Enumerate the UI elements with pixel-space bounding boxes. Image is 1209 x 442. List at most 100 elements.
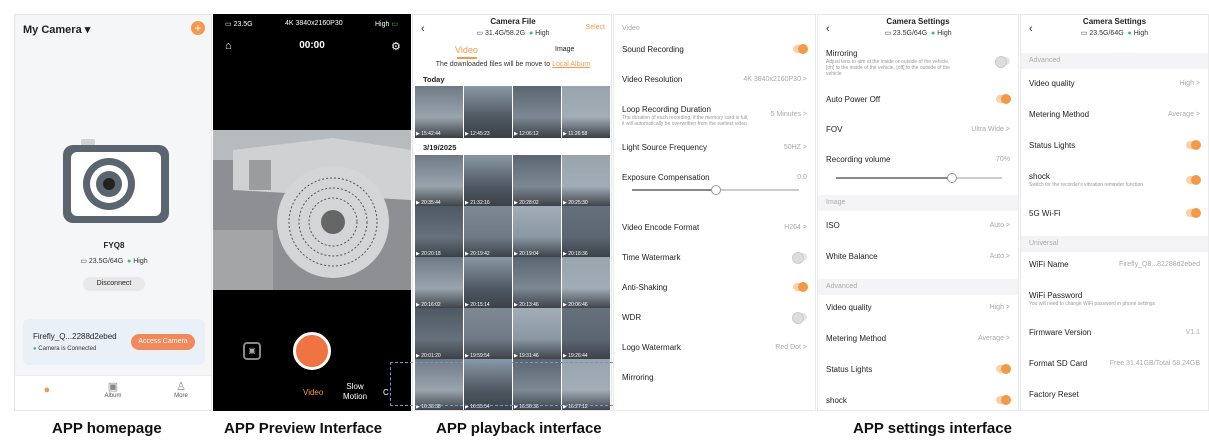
setting-row[interactable]: ISO Auto > bbox=[818, 217, 1018, 241]
setting-row[interactable]: White Balance Auto > bbox=[818, 248, 1018, 272]
toggle-switch[interactable] bbox=[1186, 140, 1201, 150]
setting-row[interactable]: Recording volume 70% bbox=[818, 151, 1018, 175]
playback-title: Camera File bbox=[490, 17, 536, 26]
video-thumbnail[interactable]: ▶ 20:01:20 bbox=[415, 308, 463, 360]
select-button[interactable]: Select bbox=[586, 24, 605, 31]
setting-row[interactable]: Metering Method Average > bbox=[818, 330, 1018, 354]
section-header: Video bbox=[614, 21, 815, 37]
video-thumbnail[interactable]: ▶ 20:25:30 bbox=[562, 155, 610, 207]
video-thumbnail[interactable]: ▶ 11:26:58 bbox=[562, 86, 610, 138]
slider-knob[interactable] bbox=[947, 173, 958, 183]
video-thumbnail[interactable]: ▶ 19:31:46 bbox=[513, 308, 561, 360]
toggle-switch[interactable] bbox=[792, 312, 807, 324]
setting-row[interactable]: WDR bbox=[614, 309, 815, 333]
toggle-switch[interactable] bbox=[1186, 175, 1201, 185]
setting-row[interactable]: Status Lights bbox=[1021, 137, 1208, 161]
volume-slider[interactable] bbox=[836, 173, 1002, 183]
disconnect-button[interactable]: Disconnect bbox=[83, 277, 145, 291]
bottom-nav: ● ▣ Album ♙ More bbox=[15, 375, 211, 410]
video-thumbnail[interactable]: ▶ 12:45:23 bbox=[464, 86, 512, 138]
setting-label: Metering Method bbox=[826, 334, 887, 343]
slider-knob[interactable] bbox=[710, 185, 721, 195]
setting-row[interactable]: Auto Power Off bbox=[818, 91, 1018, 115]
setting-row[interactable]: shock Switch for the recorder's vibration… bbox=[1021, 168, 1208, 192]
setting-value: 4K 3840x2160P30 > bbox=[743, 76, 807, 83]
setting-row[interactable]: Video Resolution 4K 3840x2160P30 > bbox=[614, 71, 815, 95]
video-thumbnail[interactable]: ▶ 20:28:02 bbox=[513, 155, 561, 207]
toggle-switch[interactable] bbox=[996, 395, 1011, 405]
setting-label: Exposure Compensation bbox=[622, 173, 710, 182]
tab-image[interactable]: Image bbox=[555, 46, 574, 53]
video-thumbnail[interactable]: ▶ 12:06:12 bbox=[513, 86, 561, 138]
video-thumbnail[interactable]: ▶ 21:32:16 bbox=[464, 155, 512, 207]
setting-row[interactable]: Metering Method Average > bbox=[1021, 106, 1208, 130]
playback-storage: ▭ 31.4G/58.2G ● High bbox=[476, 30, 550, 37]
setting-row[interactable]: Format SD Card Free 31.41GB/Total 58.24GB bbox=[1021, 355, 1208, 379]
setting-label: WDR bbox=[622, 313, 642, 322]
toggle-switch[interactable] bbox=[793, 282, 808, 292]
tab-video[interactable]: Video bbox=[455, 45, 478, 55]
setting-row[interactable]: Logo Watermark Red Dot > bbox=[614, 339, 815, 363]
setting-row[interactable]: WiFi Password You will need to change WiF… bbox=[1021, 287, 1208, 311]
record-button[interactable] bbox=[293, 332, 331, 370]
toggle-switch[interactable] bbox=[1186, 208, 1201, 218]
setting-row[interactable]: Light Source Frequency 50HZ > bbox=[614, 139, 815, 163]
toggle-switch[interactable] bbox=[792, 252, 807, 264]
video-thumbnail[interactable]: ▶ 20:35:44 bbox=[415, 155, 463, 207]
device-name: FYQ8 bbox=[103, 241, 125, 250]
video-thumbnail[interactable]: ▶ 20:06:46 bbox=[562, 257, 610, 309]
mode-c[interactable]: C bbox=[383, 388, 389, 397]
toggle-switch[interactable] bbox=[793, 44, 808, 54]
add-camera-button[interactable]: + bbox=[191, 21, 205, 35]
camera-selector[interactable]: My Camera ▾ bbox=[23, 23, 90, 36]
video-thumbnail[interactable]: ▶ 15:42:44 bbox=[415, 86, 463, 138]
playback-screen: ‹ Camera File ▭ 31.4G/58.2G ● High Selec… bbox=[412, 14, 612, 411]
setting-row[interactable]: Mirroring Adjust lens to aim at the insid… bbox=[818, 45, 1018, 77]
setting-row[interactable]: Video quality High > bbox=[818, 299, 1018, 323]
setting-row[interactable]: Sound Recording bbox=[614, 41, 815, 65]
video-thumbnail[interactable]: ▶ 20:20:18 bbox=[415, 206, 463, 258]
setting-row[interactable]: WiFi Name Firefly_Q8...82288d2ebed bbox=[1021, 256, 1208, 280]
video-thumbnail[interactable]: ▶ 20:13:46 bbox=[513, 257, 561, 309]
gallery-thumbnail-button[interactable]: ▣ bbox=[243, 342, 261, 360]
record-timer: 00:00 bbox=[299, 40, 325, 51]
setting-row[interactable]: Time Watermark bbox=[614, 249, 815, 273]
gear-icon[interactable]: ⚙ bbox=[391, 40, 401, 53]
setting-row[interactable]: 5G Wi-Fi bbox=[1021, 205, 1208, 229]
nav-album[interactable]: ▣ Album bbox=[83, 380, 143, 399]
video-thumbnail[interactable]: ▶ 19:26:44 bbox=[562, 308, 610, 360]
settings-screen-2: ‹ Camera Settings ▭ 23.5G/64G ● High Adv… bbox=[1020, 14, 1209, 411]
video-thumbnail[interactable]: ▶ 20:18:36 bbox=[562, 206, 610, 258]
setting-row[interactable]: FOV Ultra Wide > bbox=[818, 121, 1018, 145]
setting-row[interactable]: Video quality High > bbox=[1021, 75, 1208, 99]
exposure-slider[interactable] bbox=[632, 185, 799, 195]
person-icon: ♙ bbox=[176, 381, 186, 393]
camera-viewfinder bbox=[213, 130, 411, 290]
setting-row[interactable]: Firmware Version V1.1 bbox=[1021, 324, 1208, 348]
setting-row[interactable]: shock bbox=[818, 392, 1018, 410]
nav-camera[interactable]: ● bbox=[17, 384, 77, 396]
toggle-switch[interactable] bbox=[996, 364, 1011, 374]
date-header: 3/19/2025 bbox=[423, 143, 457, 152]
video-thumbnail[interactable]: ▶ 20:16:02 bbox=[415, 257, 463, 309]
video-thumbnail[interactable]: ▶ 20:19:42 bbox=[464, 206, 512, 258]
toggle-switch[interactable] bbox=[996, 94, 1011, 104]
nav-more[interactable]: ♙ More bbox=[151, 380, 211, 399]
access-camera-button[interactable]: Access Camera bbox=[131, 334, 195, 350]
setting-label: Recording volume bbox=[826, 155, 891, 164]
local-album-link[interactable]: Local Album bbox=[552, 61, 590, 68]
setting-row[interactable]: Video Encode Format H264 > bbox=[614, 219, 815, 243]
video-thumbnail[interactable]: ▶ 19:59:54 bbox=[464, 308, 512, 360]
setting-row[interactable]: Factory Reset bbox=[1021, 386, 1208, 410]
mode-video[interactable]: Video bbox=[303, 388, 323, 397]
toggle-switch[interactable] bbox=[995, 56, 1010, 68]
video-thumbnail[interactable]: ▶ 20:15:14 bbox=[464, 257, 512, 309]
setting-row[interactable]: Status Lights bbox=[818, 361, 1018, 385]
setting-value: V1.1 bbox=[1185, 329, 1200, 336]
setting-row[interactable]: Anti-Shaking bbox=[614, 279, 815, 303]
setting-value: Red Dot > bbox=[775, 344, 807, 351]
setting-row[interactable]: Mirroring bbox=[614, 369, 815, 393]
mode-slow-motion[interactable]: Slow Motion bbox=[343, 382, 367, 402]
video-thumbnail[interactable]: ▶ 20:19:04 bbox=[513, 206, 561, 258]
setting-row[interactable]: Loop Recording Duration The duration of e… bbox=[614, 101, 815, 127]
